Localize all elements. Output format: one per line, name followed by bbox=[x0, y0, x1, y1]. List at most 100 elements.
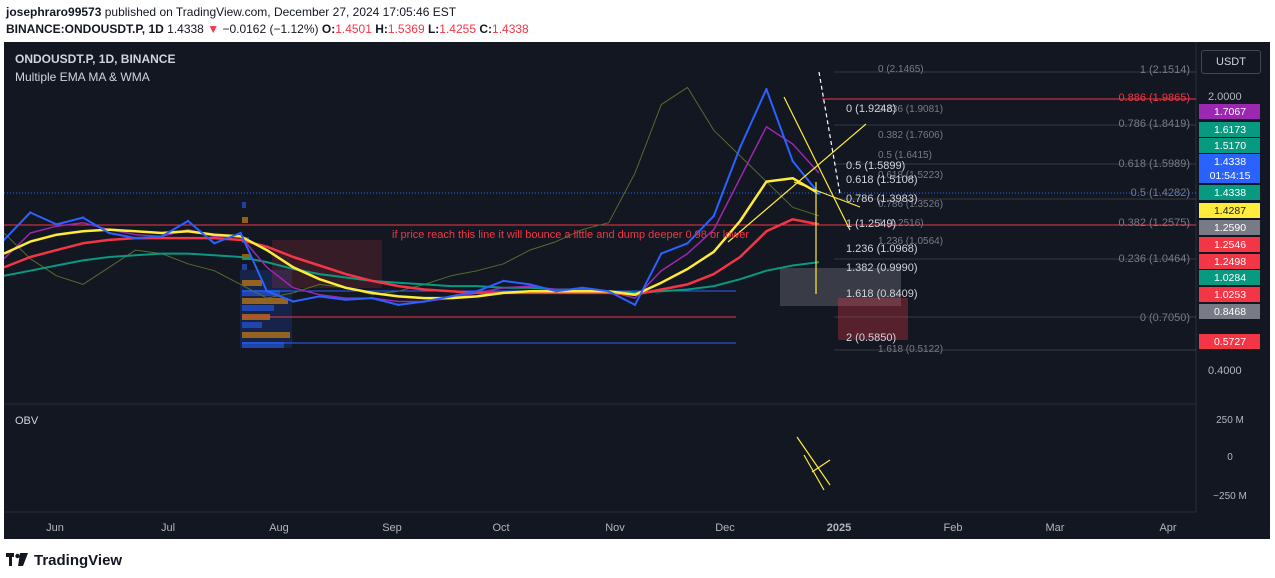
last-price: 1.4338 bbox=[167, 22, 204, 36]
fib-right-label: 0 (0.7050) bbox=[1140, 312, 1190, 324]
price-point bbox=[449, 295, 453, 298]
fib-extension-label: 0.5 (1.5899) bbox=[846, 160, 905, 172]
price-tag-label: 1.0284 bbox=[1214, 272, 1246, 284]
volume-profile-bar bbox=[242, 298, 288, 304]
fib-right-label: 0.618 (1.5989) bbox=[1118, 158, 1190, 170]
olive-line bbox=[4, 86, 820, 299]
time-axis-label: Nov bbox=[605, 522, 625, 534]
fib-ghost-label: 0 (2.1465) bbox=[878, 64, 924, 75]
volume-profile-bar bbox=[242, 264, 247, 270]
time-axis-label: Apr bbox=[1159, 522, 1176, 534]
chart-annotation: if price reach this line it will bounce … bbox=[392, 229, 749, 241]
publisher-name: josephraro99573 bbox=[6, 5, 102, 19]
price-tag-label: 1.0253 bbox=[1214, 289, 1246, 301]
time-axis-label: Dec bbox=[715, 522, 735, 534]
projection-line bbox=[818, 71, 841, 195]
price-point bbox=[318, 295, 321, 298]
fib-extension-label: 1.618 (0.8409) bbox=[846, 288, 918, 300]
close-value: 1.4338 bbox=[492, 22, 529, 36]
obv-axis-label: 250 M bbox=[1216, 415, 1244, 426]
obv-axis-label: 0 bbox=[1227, 452, 1233, 463]
obv-axis-label: −250 M bbox=[1213, 491, 1247, 502]
price-tag-label: 1.2498 bbox=[1214, 256, 1246, 268]
price-point bbox=[660, 252, 663, 255]
publish-info: published on TradingView.com, December 2… bbox=[104, 5, 457, 19]
open-label: O: bbox=[321, 22, 336, 36]
volume-profile-bar bbox=[242, 322, 262, 328]
price-point bbox=[55, 223, 58, 226]
down-arrow-icon: ▼ bbox=[207, 22, 220, 36]
fib-extension-label: 0.786 (1.3983) bbox=[846, 193, 918, 205]
fib-right-label: 1 (2.1514) bbox=[1140, 64, 1190, 76]
price-point bbox=[265, 290, 269, 293]
price-point bbox=[292, 300, 295, 303]
price-tag-label: 1.2546 bbox=[1214, 239, 1246, 251]
price-tag-label: 1.7067 bbox=[1214, 106, 1246, 118]
price-point bbox=[791, 159, 794, 163]
price-point bbox=[712, 214, 715, 218]
open-value: 1.4501 bbox=[335, 22, 372, 36]
price-point bbox=[108, 231, 111, 235]
high-label: H: bbox=[375, 22, 388, 36]
volume-profile-bar bbox=[242, 305, 274, 311]
low-value: 1.4255 bbox=[439, 22, 476, 36]
time-axis-label: Jun bbox=[46, 522, 64, 534]
price-point bbox=[476, 290, 479, 293]
price-point bbox=[528, 283, 531, 286]
indicator-title[interactable]: Multiple EMA MA & WMA bbox=[15, 70, 150, 84]
time-axis-label: Jul bbox=[161, 522, 175, 534]
publish-line: josephraro99573 published on TradingView… bbox=[6, 5, 456, 19]
price-point bbox=[397, 303, 400, 307]
time-axis-label: Mar bbox=[1046, 522, 1065, 534]
price-tag-label: 1.6173 bbox=[1214, 124, 1246, 136]
obv-trendline-a bbox=[796, 436, 831, 486]
time-axis-label: Aug bbox=[269, 522, 289, 534]
currency-button[interactable]: USDT bbox=[1201, 50, 1261, 74]
price-tag-label: 1.2590 bbox=[1214, 222, 1246, 234]
price-tag-label: 01:54:15 bbox=[1210, 170, 1251, 182]
fib-extension-label: 1 (1.2549) bbox=[846, 218, 896, 230]
price-point bbox=[738, 146, 742, 149]
price-point bbox=[239, 231, 242, 235]
time-axis-label: Feb bbox=[944, 522, 963, 534]
price-point bbox=[554, 290, 558, 293]
price-point bbox=[213, 242, 216, 245]
fib-right-label: 0.786 (1.8419) bbox=[1118, 118, 1190, 130]
price-point bbox=[633, 303, 637, 307]
price-point bbox=[581, 286, 584, 289]
time-axis-label: 2025 bbox=[827, 522, 851, 534]
obv-title[interactable]: OBV bbox=[15, 415, 38, 427]
price-tag-label: 1.4287 bbox=[1214, 205, 1246, 217]
price-axis-label: 0.4000 bbox=[1208, 365, 1242, 377]
volume-profile-bar bbox=[242, 217, 248, 223]
price-change: −0.0162 (−1.12%) bbox=[222, 22, 319, 36]
fib-right-label: 0.236 (1.0464) bbox=[1118, 253, 1190, 265]
fib-extension-label: 1.382 (0.9990) bbox=[846, 262, 918, 274]
price-point bbox=[81, 216, 85, 219]
symbol-title: ONDOUSDT.P, 1D, BINANCE bbox=[15, 52, 176, 66]
price-point bbox=[686, 242, 689, 245]
price-point bbox=[423, 300, 426, 303]
price-tag-label: 1.5170 bbox=[1214, 140, 1246, 152]
chart-panel[interactable]: if price reach this line it will bounce … bbox=[4, 42, 1270, 539]
price-tag-label: 0.8468 bbox=[1214, 306, 1246, 318]
volume-profile-bar bbox=[242, 280, 262, 286]
fib-extension-label: 2 (0.5850) bbox=[846, 332, 896, 344]
fib-extension-label: 1.236 (1.0968) bbox=[846, 243, 918, 255]
close-label: C: bbox=[479, 22, 493, 36]
price-point bbox=[160, 235, 163, 238]
volume-profile-bar bbox=[242, 202, 246, 208]
fib-extension-label: 0.618 (1.5108) bbox=[846, 174, 918, 186]
price-chart[interactable]: if price reach this line it will bounce … bbox=[4, 42, 1270, 539]
price-point bbox=[134, 236, 137, 240]
ticker-symbol: BINANCE:ONDOUSDT.P, 1D bbox=[6, 22, 164, 36]
high-value: 1.5369 bbox=[387, 22, 425, 36]
price-point bbox=[344, 298, 347, 301]
time-axis-label: Sep bbox=[382, 522, 402, 534]
tradingview-logo: TradingView bbox=[6, 550, 122, 570]
fib-ghost-label: 0.382 (1.7606) bbox=[878, 130, 943, 141]
fib-right-label: 0.382 (1.2575) bbox=[1118, 217, 1190, 229]
price-axis-label: 2.0000 bbox=[1208, 91, 1242, 103]
fib-extension-label: 0 (1.9248) bbox=[846, 103, 896, 115]
tradingview-wordmark: TradingView bbox=[34, 551, 123, 569]
